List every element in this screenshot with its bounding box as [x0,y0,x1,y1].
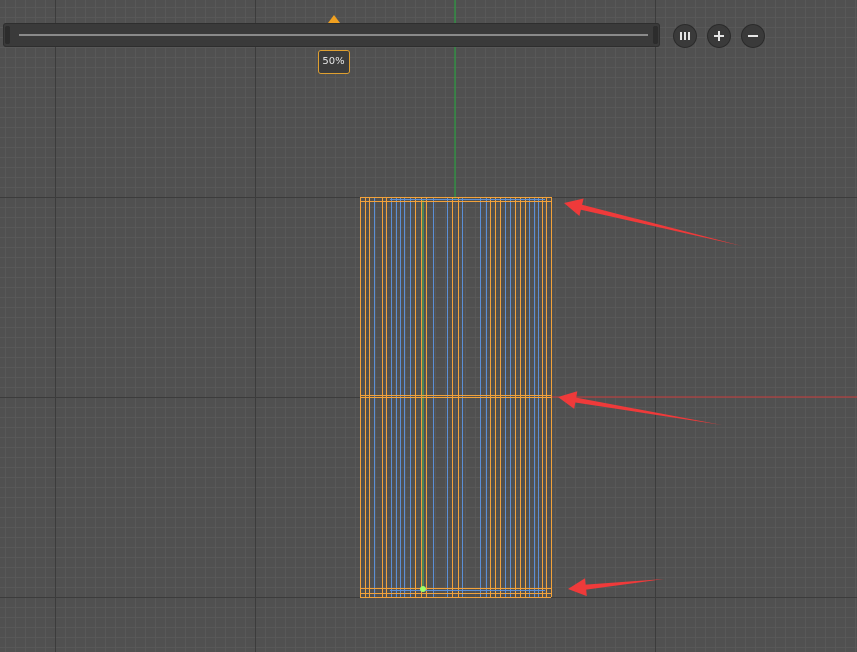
pivot-point[interactable] [420,586,426,592]
annotation-arrow [558,391,722,425]
minor-grid [0,0,857,652]
columns-icon [680,32,690,40]
world-axes [422,0,857,590]
plus-icon [714,31,724,41]
zoom-in-button[interactable] [708,25,730,47]
zoom-slider-bar[interactable] [3,23,660,47]
zoom-out-button[interactable] [742,25,764,47]
minus-icon [748,35,758,37]
zoom-slider-thumb[interactable] [327,15,340,23]
zoom-slider-track[interactable] [19,34,648,36]
viewport-canvas[interactable] [0,0,857,652]
zoom-bar-left-grip[interactable] [5,26,10,44]
zoom-bar-right-grip[interactable] [653,26,658,44]
columns-view-button[interactable] [674,25,696,47]
zoom-level-readout: 50% [317,50,350,74]
